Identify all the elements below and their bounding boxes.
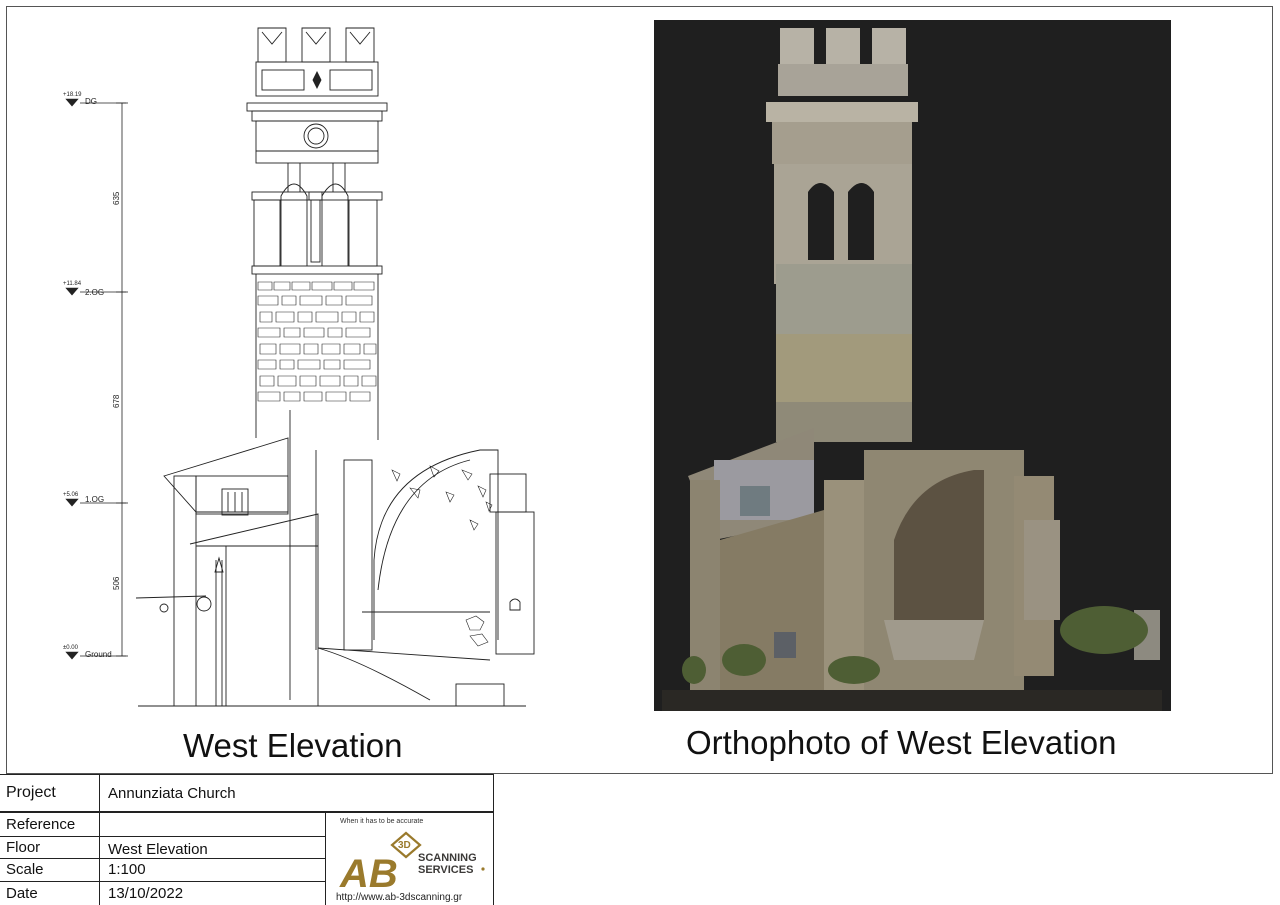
ab-3d-scanning-logo: When it has to be accurate AB 3D SCANNIN… bbox=[336, 818, 485, 903]
dimension-middle: 678 bbox=[112, 394, 121, 408]
dimension-upper: 635 bbox=[112, 191, 121, 205]
dimension-lower: 506 bbox=[112, 576, 121, 590]
level-elev-dg: +18.19 bbox=[63, 92, 82, 98]
logo-url: http://www.ab-3dscanning.gr bbox=[336, 892, 463, 903]
level-name-2og: 2.OG bbox=[85, 288, 104, 297]
label-date: Date bbox=[6, 884, 38, 902]
value-scale: 1:100 bbox=[108, 861, 146, 878]
logo-line1: SCANNING bbox=[418, 852, 477, 864]
value-date: 13/10/2022 bbox=[108, 884, 184, 902]
level-name-1og: 1.OG bbox=[85, 495, 104, 504]
west-elevation-caption: West Elevation bbox=[183, 727, 403, 764]
label-scale: Scale bbox=[6, 861, 44, 878]
logo-mark: AB bbox=[339, 852, 398, 896]
level-name-ground: Ground bbox=[85, 650, 112, 659]
orthophoto-image bbox=[654, 20, 1171, 711]
label-project: Project bbox=[6, 784, 56, 801]
value-floor: West Elevation bbox=[108, 841, 208, 858]
level-elev-1og: +5.06 bbox=[63, 492, 79, 498]
orthophoto-caption: Orthophoto of West Elevation bbox=[686, 724, 1117, 761]
level-elev-ground: ±0.00 bbox=[63, 645, 79, 651]
level-elev-2og: +11.84 bbox=[63, 281, 82, 287]
logo-line2: SERVICES bbox=[418, 864, 473, 876]
label-reference: Reference bbox=[6, 816, 76, 833]
level-name-dg: DG bbox=[85, 97, 97, 106]
west-elevation-drawing: +18.19 +11.84 +5.06 ±0.00 DG 2.OG 1.OG G… bbox=[63, 27, 535, 707]
value-reference bbox=[102, 813, 324, 836]
logo-tagline: When it has to be accurate bbox=[340, 818, 423, 825]
label-floor: Floor bbox=[6, 838, 41, 856]
value-project: Annunziata Church bbox=[108, 785, 236, 802]
logo-badge: 3D bbox=[398, 840, 411, 851]
